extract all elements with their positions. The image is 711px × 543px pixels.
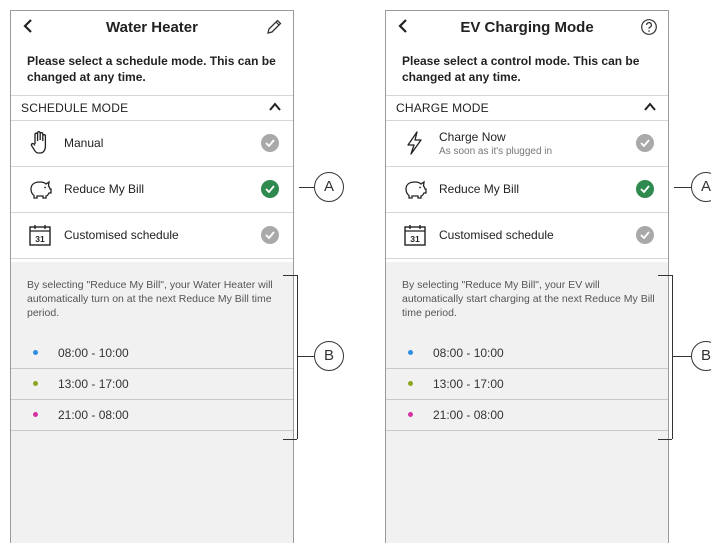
- unselected-check-icon[interactable]: [261, 226, 279, 244]
- time-period-label: 21:00 - 08:00: [433, 408, 504, 422]
- callout-a-leader: [674, 187, 691, 188]
- selected-check-icon[interactable]: [636, 180, 654, 198]
- callout-b-bracket: [297, 275, 298, 439]
- intro-text: Please select a control mode. This can b…: [402, 54, 640, 84]
- callout-b: B: [691, 341, 711, 371]
- callout-b-leader: [297, 356, 314, 357]
- time-period-label: 13:00 - 17:00: [58, 377, 129, 391]
- page-title: EV Charging Mode: [460, 19, 594, 36]
- callout-b-bracket-bottom: [283, 439, 297, 440]
- bullet-dot: [33, 412, 38, 417]
- unselected-check-icon[interactable]: [261, 134, 279, 152]
- time-period-row: 08:00 - 10:00: [386, 338, 668, 369]
- page-title: Water Heater: [106, 19, 198, 36]
- time-period-label: 08:00 - 10:00: [58, 346, 129, 360]
- time-period-row: 08:00 - 10:00: [11, 338, 293, 369]
- info-panel: By selecting "Reduce My Bill", your EV w…: [386, 262, 668, 543]
- bullet-dot: [33, 381, 38, 386]
- option-label: Charge Now: [439, 130, 506, 144]
- unselected-check-icon[interactable]: [636, 134, 654, 152]
- callout-b-bracket-top: [658, 275, 672, 276]
- callout-b-bracket: [672, 275, 673, 439]
- option-label: Customised schedule: [64, 228, 179, 242]
- time-period-label: 13:00 - 17:00: [433, 377, 504, 391]
- time-period-label: 08:00 - 10:00: [433, 346, 504, 360]
- info-text: By selecting "Reduce My Bill", your Wate…: [27, 279, 273, 319]
- hand-icon: [30, 131, 47, 154]
- callout-b: B: [314, 341, 344, 371]
- calendar-icon: 31: [29, 225, 51, 246]
- bullet-dot: [408, 412, 413, 417]
- option-label: Customised schedule: [439, 228, 554, 242]
- section-label: SCHEDULE MODE: [21, 101, 129, 115]
- piggy-bank-icon: [30, 180, 52, 199]
- time-period-row: 13:00 - 17:00: [386, 369, 668, 400]
- charge-mode-section-header[interactable]: CHARGE MODE: [386, 95, 668, 121]
- calendar-day: 31: [410, 234, 420, 244]
- header: EV Charging Mode: [386, 11, 668, 45]
- pencil-icon[interactable]: [265, 18, 283, 36]
- header: Water Heater: [11, 11, 293, 45]
- schedule-mode-section-header[interactable]: SCHEDULE MODE: [11, 95, 293, 121]
- callout-b-leader: [672, 356, 691, 357]
- ev-charging-mode-screen: EV Charging Mode Please select a control…: [385, 10, 669, 543]
- water-heater-screen: Water Heater Please select a schedule mo…: [10, 10, 294, 543]
- selected-check-icon[interactable]: [261, 180, 279, 198]
- calendar-icon: 31: [404, 225, 426, 246]
- time-period-row: 21:00 - 08:00: [11, 400, 293, 431]
- calendar-day: 31: [35, 234, 45, 244]
- chevron-up-icon: [269, 102, 281, 111]
- time-period-label: 21:00 - 08:00: [58, 408, 129, 422]
- option-reduce-my-bill[interactable]: Reduce My Bill: [386, 167, 668, 213]
- option-label: Reduce My Bill: [64, 182, 145, 196]
- info-text: By selecting "Reduce My Bill", your EV w…: [402, 279, 655, 319]
- option-reduce-my-bill[interactable]: Reduce My Bill: [11, 167, 293, 213]
- option-customised-schedule[interactable]: 31 Customised schedule: [386, 213, 668, 259]
- callout-a-leader: [299, 187, 314, 188]
- bullet-dot: [408, 350, 413, 355]
- time-period-row: 13:00 - 17:00: [11, 369, 293, 400]
- option-label: Manual: [64, 136, 104, 150]
- option-sublabel: As soon as it's plugged in: [439, 146, 553, 157]
- unselected-check-icon[interactable]: [636, 226, 654, 244]
- callout-b-bracket-bottom: [658, 439, 672, 440]
- lightning-icon: [407, 131, 422, 155]
- info-panel: By selecting "Reduce My Bill", your Wate…: [11, 262, 293, 543]
- intro-text: Please select a schedule mode. This can …: [27, 54, 276, 84]
- callout-b-bracket-top: [283, 275, 297, 276]
- option-manual[interactable]: Manual: [11, 121, 293, 167]
- callout-a: A: [314, 172, 344, 202]
- time-period-row: 21:00 - 08:00: [386, 400, 668, 431]
- piggy-bank-icon: [405, 180, 427, 199]
- section-label: CHARGE MODE: [396, 101, 489, 115]
- bullet-dot: [33, 350, 38, 355]
- option-customised-schedule[interactable]: 31 Customised schedule: [11, 213, 293, 259]
- option-label: Reduce My Bill: [439, 182, 520, 196]
- bullet-dot: [408, 381, 413, 386]
- help-circle-icon[interactable]: [640, 18, 658, 36]
- callout-a: A: [691, 172, 711, 202]
- chevron-up-icon: [644, 102, 656, 111]
- option-charge-now[interactable]: Charge Now As soon as it's plugged in: [386, 121, 668, 167]
